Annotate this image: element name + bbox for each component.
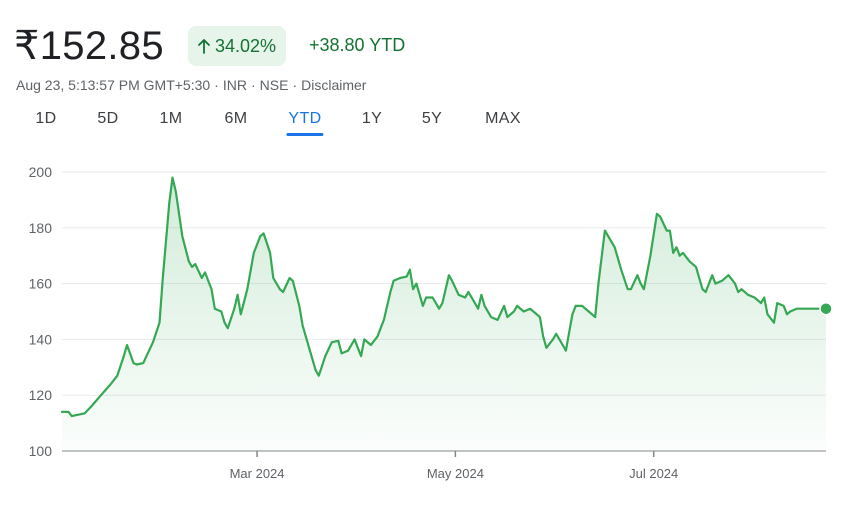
- y-tick-label: 120: [29, 387, 53, 403]
- quote-currency: INR: [222, 77, 247, 93]
- y-tick-label: 160: [29, 276, 53, 292]
- last-price-marker: [819, 301, 833, 316]
- quote-meta: Aug 23, 5:13:57 PM GMT+5:30 · INR · NSE · Disc…: [16, 77, 367, 93]
- range-tab-6m[interactable]: 6M: [222, 106, 249, 136]
- range-tab-ytd[interactable]: YTD: [286, 106, 324, 136]
- percent-change-value: 34.02%: [215, 35, 277, 56]
- range-tab-5d[interactable]: 5D: [95, 106, 120, 136]
- x-tick-label: Mar 2024: [230, 466, 285, 481]
- range-tab-max[interactable]: MAX: [483, 106, 523, 136]
- range-tab-1m[interactable]: 1M: [157, 106, 184, 136]
- absolute-change: +38.80 YTD: [309, 35, 406, 55]
- range-tab-1d[interactable]: 1D: [33, 106, 58, 136]
- range-tab-1y[interactable]: 1Y: [360, 106, 384, 136]
- price-area-fill: [62, 177, 826, 451]
- percent-change-chip: 34.02%: [188, 26, 287, 66]
- x-tick-label: May 2024: [427, 466, 484, 481]
- y-tick-label: 180: [29, 220, 53, 236]
- y-tick-label: 200: [29, 164, 53, 180]
- disclaimer-link[interactable]: Disclaimer: [301, 77, 366, 93]
- quote-exchange: NSE: [259, 77, 289, 93]
- y-tick-label: 140: [29, 331, 53, 347]
- quote-timestamp: Aug 23, 5:13:57 PM GMT+5:30: [16, 77, 211, 93]
- range-tab-5y[interactable]: 5Y: [420, 106, 444, 136]
- x-tick-label: Jul 2024: [629, 466, 678, 481]
- y-tick-label: 100: [29, 443, 53, 459]
- current-price: ₹152.85: [14, 24, 164, 68]
- arrow-up-icon: [198, 39, 210, 54]
- price-chart[interactable]: 100 120 140 160 180 200 Mar 2024 May 2024 Jul 20…: [0, 140, 862, 508]
